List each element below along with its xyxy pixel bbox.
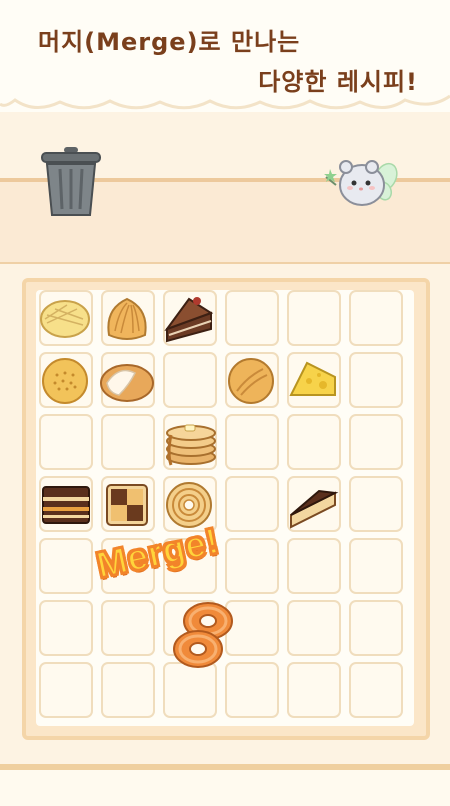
grid-cell[interactable]	[39, 414, 93, 470]
grid-cell[interactable]	[349, 600, 403, 656]
grid-cell[interactable]	[287, 290, 341, 346]
grid-cell[interactable]	[101, 662, 155, 718]
grid-cell[interactable]	[225, 538, 279, 594]
headline-line-1: 머지(Merge)로 만나는	[38, 28, 301, 56]
grid-cell[interactable]	[101, 414, 155, 470]
grid-cell[interactable]	[39, 538, 93, 594]
grid-cell[interactable]	[349, 414, 403, 470]
grid-cell[interactable]	[287, 538, 341, 594]
grid-cell[interactable]	[39, 662, 93, 718]
cream-bun-icon[interactable]	[99, 351, 157, 409]
chocolate-cake-slice-icon[interactable]	[161, 289, 219, 347]
grid-cell[interactable]	[225, 476, 279, 532]
grid-cell[interactable]	[287, 662, 341, 718]
grid-cell[interactable]	[349, 476, 403, 532]
layer-cake-icon[interactable]	[37, 475, 95, 533]
checker-cookie-icon[interactable]	[99, 475, 157, 533]
grid-cell[interactable]	[287, 414, 341, 470]
grid-cell[interactable]	[39, 600, 93, 656]
grid-cell[interactable]	[349, 662, 403, 718]
grid-cell[interactable]	[287, 600, 341, 656]
grid-cell[interactable]	[225, 290, 279, 346]
cheese-wedge-icon[interactable]	[285, 351, 343, 409]
pancake-stack-icon[interactable]	[161, 413, 219, 471]
madeleine-icon[interactable]	[99, 289, 157, 347]
grid-cell[interactable]	[225, 414, 279, 470]
headline-line-2: 다양한 레시피!	[258, 68, 418, 96]
round-cookie-icon[interactable]	[37, 351, 95, 409]
glazed-donut-icon[interactable]	[167, 599, 239, 671]
hamster-fairy-icon[interactable]	[324, 155, 404, 213]
grid-cell[interactable]	[101, 600, 155, 656]
grid-cell[interactable]	[349, 290, 403, 346]
cheesecake-slice-icon[interactable]	[285, 475, 343, 533]
grid-cell[interactable]	[349, 538, 403, 594]
grid-cell[interactable]	[163, 352, 217, 408]
trash-can-icon[interactable]	[38, 145, 104, 219]
grid-cell[interactable]	[349, 352, 403, 408]
round-bread-icon[interactable]	[223, 351, 281, 409]
melon-bread-icon[interactable]	[37, 289, 95, 347]
